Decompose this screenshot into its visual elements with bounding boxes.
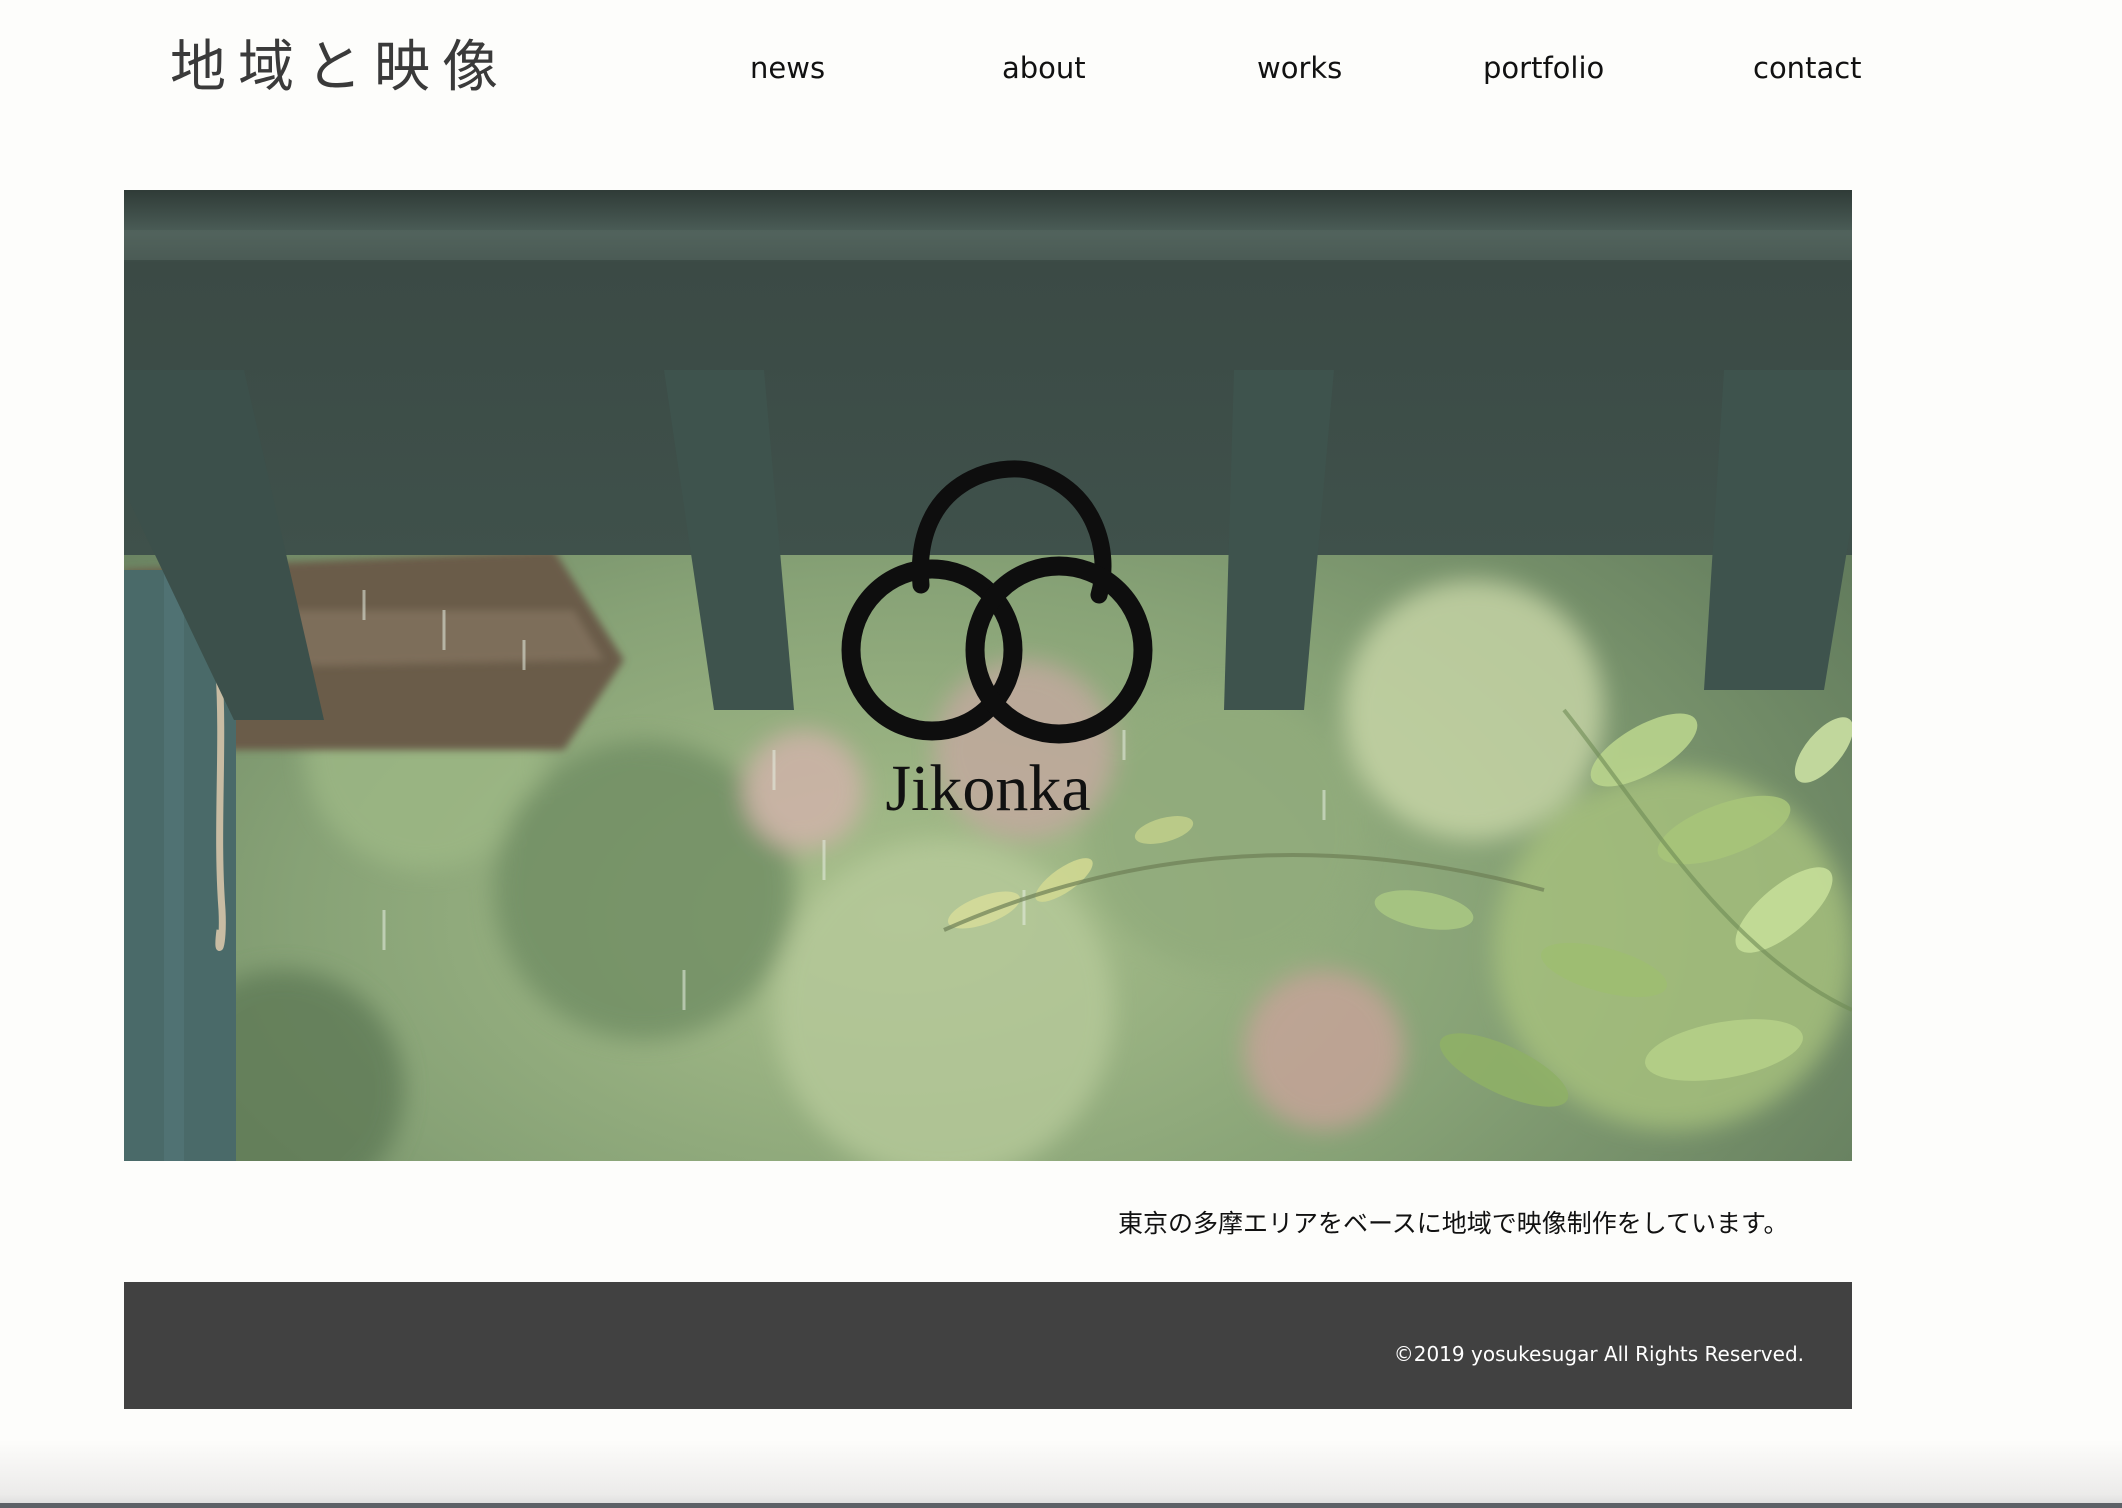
brand-text: Jikonka [885,752,1090,825]
window-bottom-shade [0,1440,2122,1508]
copyright-text: ©2019 yosukesugar All Rights Reserved. [1393,1342,1804,1366]
site-logo[interactable]: 地域と映像 [170,40,510,96]
nav-news[interactable]: news [750,54,825,83]
window-bottom-edge [0,1503,2122,1508]
nav-portfolio[interactable]: portfolio [1483,54,1604,83]
tagline: 東京の多摩エリアをベースに地域で映像制作をしています。 [1118,1209,1789,1238]
hero-image: Jikonka [124,190,1852,1161]
nav-about[interactable]: about [1002,54,1086,83]
nav-contact[interactable]: contact [1753,54,1862,83]
footer: ©2019 yosukesugar All Rights Reserved. [124,1282,1852,1409]
nav-works[interactable]: works [1257,54,1342,83]
